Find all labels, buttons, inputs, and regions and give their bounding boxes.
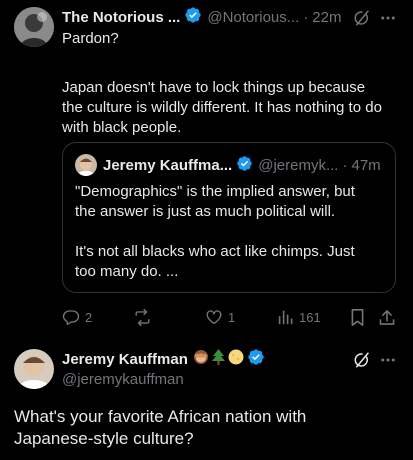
header-separator: · [303, 8, 309, 26]
share-button[interactable] [378, 308, 396, 327]
quote-text: "Demographics" is the implied answer, bu… [75, 182, 393, 282]
reply-author-avatar[interactable] [14, 349, 54, 389]
reply-tweet-text: What's your favorite African nation with… [14, 406, 404, 450]
tweet-text-line: the culture is wildly different. It has … [62, 99, 382, 116]
retweet-button[interactable] [133, 308, 152, 327]
like-button[interactable]: 1 [205, 308, 235, 326]
author-name[interactable]: The Notorious ... [62, 9, 180, 26]
bookmark-button[interactable] [349, 308, 366, 327]
verified-badge-icon [184, 6, 202, 28]
quote-separator: · [342, 156, 348, 174]
verified-badge-icon [247, 348, 265, 370]
tweet-text-line: with black people. [62, 119, 182, 136]
author-avatar[interactable] [14, 7, 54, 47]
reply-count: 2 [85, 309, 93, 325]
views-count: 161 [299, 309, 321, 325]
reply-icon [62, 308, 80, 326]
tweet-timestamp[interactable]: 22m [312, 9, 341, 26]
see-no-evil-monkey-emoji [193, 349, 209, 369]
evergreen-tree-emoji [211, 349, 226, 369]
reply-author-handle[interactable]: @jeremykauffman [62, 370, 184, 390]
more-icon[interactable] [379, 351, 397, 374]
quote-author-name: Jeremy Kauffma... [103, 156, 233, 174]
reply-button[interactable]: 2 [62, 308, 92, 326]
quote-author-avatar [75, 154, 97, 176]
quoted-tweet[interactable]: Jeremy Kauffma... @jeremyk... · 47m "Dem… [62, 142, 396, 293]
views-button[interactable]: 161 [278, 308, 321, 326]
tweet-text: Pardon? Japan doesn't have to lock thing… [62, 29, 402, 138]
reply-author-name[interactable]: Jeremy Kauffman [62, 351, 188, 368]
tweet-text-line: Pardon? [62, 30, 119, 47]
share-icon [378, 308, 396, 327]
quote-text-line: It's not all blacks who act like chimps.… [75, 243, 355, 260]
quote-timestamp: 47m [351, 156, 381, 174]
like-icon [205, 308, 223, 326]
author-handle[interactable]: @Notorious... [207, 9, 299, 26]
quote-author-handle: @jeremyk... [258, 156, 339, 174]
like-count: 1 [228, 309, 236, 325]
tweet-text-line: Japan doesn't have to lock things up bec… [62, 79, 366, 96]
views-icon [278, 308, 294, 326]
quote-text-line: too many do. ... [75, 263, 179, 280]
reply-text-line: What's your favorite African nation with [14, 407, 307, 426]
retweet-icon [133, 308, 152, 327]
quote-text-line: the answer is just as much political wil… [75, 203, 336, 220]
reply-text-line: Japanese-style culture? [14, 429, 194, 448]
quote-text-line: "Demographics" is the implied answer, bu… [75, 183, 355, 200]
verified-badge-icon [236, 155, 253, 176]
full-moon-emoji [228, 349, 244, 369]
grok-icon[interactable] [353, 351, 371, 374]
bookmark-icon [349, 308, 366, 327]
